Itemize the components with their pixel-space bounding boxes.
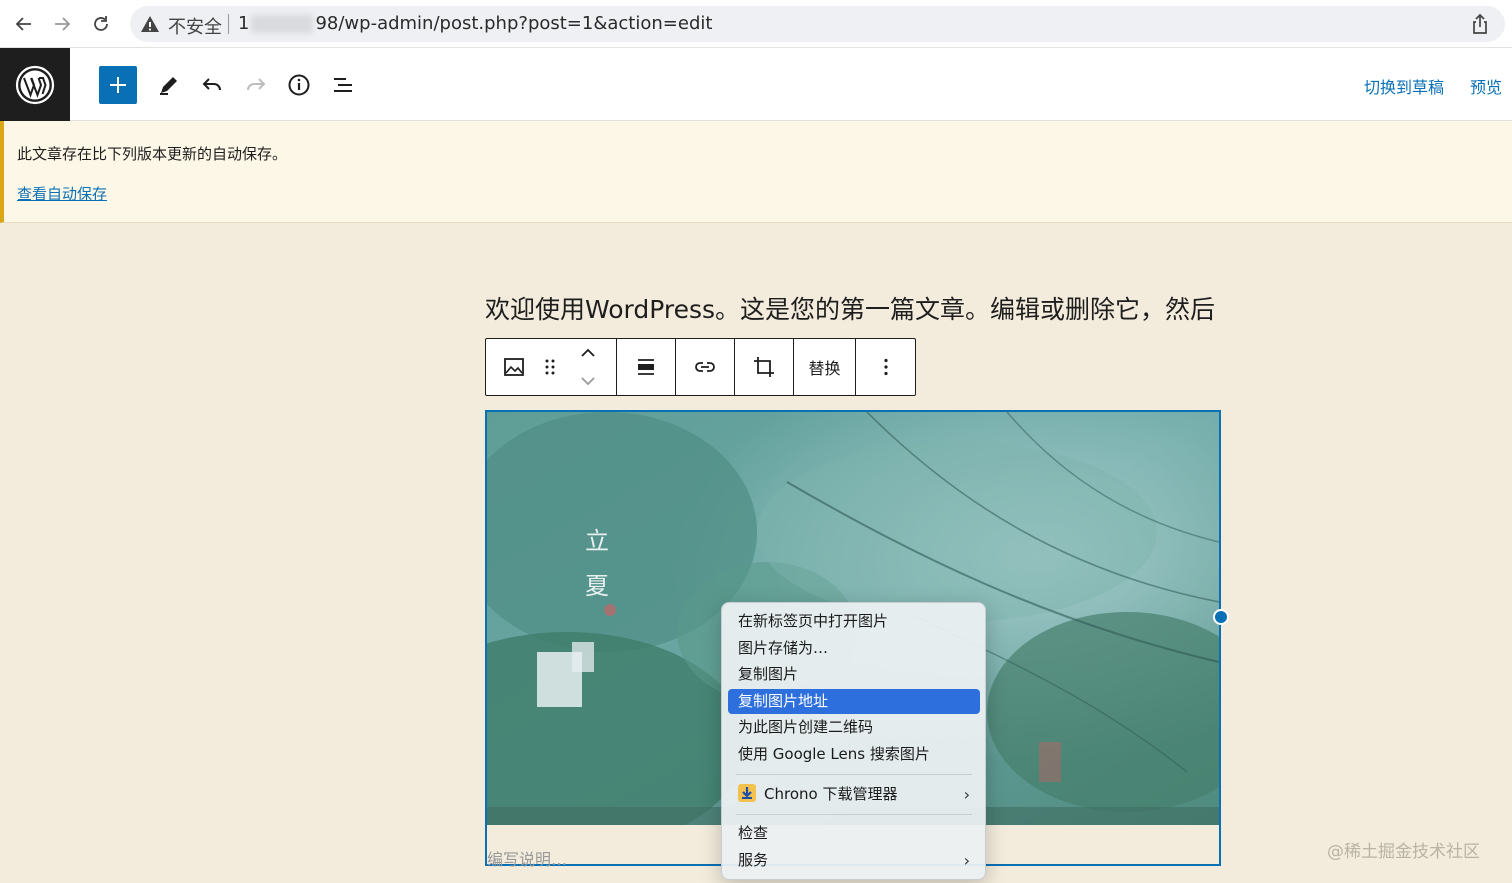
chrono-download-icon xyxy=(738,784,756,802)
more-options-button[interactable] xyxy=(856,339,915,395)
url-separator xyxy=(228,14,229,34)
insert-link-button[interactable] xyxy=(676,339,734,395)
menu-chrono-download-manager[interactable]: Chrono 下载管理器 › xyxy=(728,782,980,807)
wordpress-logo-button[interactable] xyxy=(0,48,70,121)
chevron-down-icon xyxy=(581,377,595,386)
reload-icon xyxy=(94,16,108,31)
editor-header: 切换到草稿 预览 xyxy=(0,48,1512,121)
replace-group: 替换 xyxy=(794,339,856,395)
submenu-arrow-icon: › xyxy=(963,851,970,870)
list-view-button[interactable] xyxy=(324,66,362,104)
insecure-label: 不安全 xyxy=(168,17,222,38)
menu-label: 在新标签页中打开图片 xyxy=(738,612,889,630)
menu-copy-image-address[interactable]: 复制图片地址 xyxy=(728,689,980,714)
list-view-icon xyxy=(334,78,352,92)
menu-open-in-new-tab[interactable]: 在新标签页中打开图片 xyxy=(728,609,980,634)
move-down-button[interactable] xyxy=(570,367,606,395)
replace-button[interactable]: 替换 xyxy=(794,339,855,395)
crop-button[interactable] xyxy=(735,339,793,395)
view-autosave-link[interactable]: 查看自动保存 xyxy=(17,183,107,204)
align-button[interactable] xyxy=(617,339,675,395)
link-icon xyxy=(695,362,715,372)
url-prefix: 1 xyxy=(238,13,250,34)
browser-toolbar: 不安全 1 98/wp-admin/post.php?post=1&action=… xyxy=(0,0,1512,48)
redo-icon xyxy=(247,78,266,91)
resize-handle[interactable] xyxy=(1213,609,1229,625)
menu-label: 检查 xyxy=(738,824,769,842)
menu-label: 复制图片地址 xyxy=(738,692,829,710)
image-icon xyxy=(504,358,524,376)
menu-label: 为此图片创建二维码 xyxy=(738,718,874,736)
move-up-button[interactable] xyxy=(570,339,606,367)
submenu-arrow-icon: › xyxy=(963,785,970,804)
redacted-host xyxy=(251,15,314,33)
chevron-up-icon xyxy=(581,348,595,357)
arrow-right-icon xyxy=(55,17,71,31)
menu-label: Chrono 下载管理器 xyxy=(764,785,898,803)
share-button[interactable] xyxy=(1469,13,1491,35)
wordpress-icon xyxy=(15,65,55,104)
block-toolbar: 替换 xyxy=(485,338,916,396)
redo-button[interactable] xyxy=(237,66,275,104)
menu-copy-image[interactable]: 复制图片 xyxy=(728,662,980,687)
menu-google-lens[interactable]: 使用 Google Lens 搜索图片 xyxy=(728,742,980,767)
autosave-notice: 此文章存在比下列版本更新的自动保存。 查看自动保存 xyxy=(0,121,1512,223)
align-group xyxy=(617,339,676,395)
menu-label: 复制图片 xyxy=(738,665,799,683)
forward-button[interactable] xyxy=(48,10,76,38)
address-bar[interactable]: 不安全 1 98/wp-admin/post.php?post=1&action=… xyxy=(130,6,1505,42)
align-center-icon xyxy=(638,359,654,375)
notice-message: 此文章存在比下列版本更新的自动保存。 xyxy=(17,145,288,163)
add-block-button[interactable] xyxy=(99,66,137,104)
menu-separator xyxy=(736,774,972,775)
caption-input[interactable]: 编写说明… xyxy=(487,846,567,870)
reload-button[interactable] xyxy=(87,10,115,38)
menu-save-image-as[interactable]: 图片存储为… xyxy=(728,636,980,661)
block-type-button[interactable] xyxy=(494,339,534,395)
menu-create-qr-code[interactable]: 为此图片创建二维码 xyxy=(728,715,980,740)
menu-label: 图片存储为… xyxy=(738,639,829,657)
warning-icon xyxy=(141,16,159,32)
back-button[interactable] xyxy=(10,10,38,38)
menu-label: 服务 xyxy=(738,851,769,869)
more-vertical-icon xyxy=(883,358,888,376)
photo-text-li: 立 xyxy=(585,527,609,555)
undo-icon xyxy=(202,78,221,91)
menu-label: 使用 Google Lens 搜索图片 xyxy=(738,745,930,763)
plus-icon xyxy=(110,77,126,93)
menu-services[interactable]: 服务 › xyxy=(728,848,980,873)
context-menu: 在新标签页中打开图片 图片存储为… 复制图片 复制图片地址 为此图片创建二维码 … xyxy=(721,602,986,880)
crop-group xyxy=(735,339,794,395)
url-text: 1 98/wp-admin/post.php?post=1&action=edit xyxy=(238,13,712,34)
share-icon xyxy=(1473,13,1487,34)
drag-handle[interactable] xyxy=(536,339,564,395)
url-suffix: 98/wp-admin/post.php?post=1&action=edit xyxy=(315,13,713,34)
crop-icon xyxy=(754,357,774,377)
menu-separator xyxy=(736,814,972,815)
edit-mode-button[interactable] xyxy=(149,66,187,104)
details-button[interactable] xyxy=(280,66,318,104)
block-controls-group xyxy=(486,339,617,395)
watermark: @稀土掘金技术社区 xyxy=(1327,842,1480,862)
arrow-left-icon xyxy=(15,17,31,31)
preview-button[interactable]: 预览 xyxy=(1470,74,1502,98)
pencil-icon xyxy=(160,77,177,95)
link-group xyxy=(676,339,735,395)
photo-text-xia: 夏 xyxy=(585,572,609,600)
switch-to-draft-button[interactable]: 切换到草稿 xyxy=(1364,74,1444,98)
menu-inspect[interactable]: 检查 xyxy=(728,821,980,846)
undo-button[interactable] xyxy=(193,66,231,104)
info-icon xyxy=(288,74,310,96)
drag-handle-icon xyxy=(545,359,555,375)
paragraph-block[interactable]: 欢迎使用WordPress。这是您的第一篇文章。编辑或删除它，然后 xyxy=(485,290,1215,326)
